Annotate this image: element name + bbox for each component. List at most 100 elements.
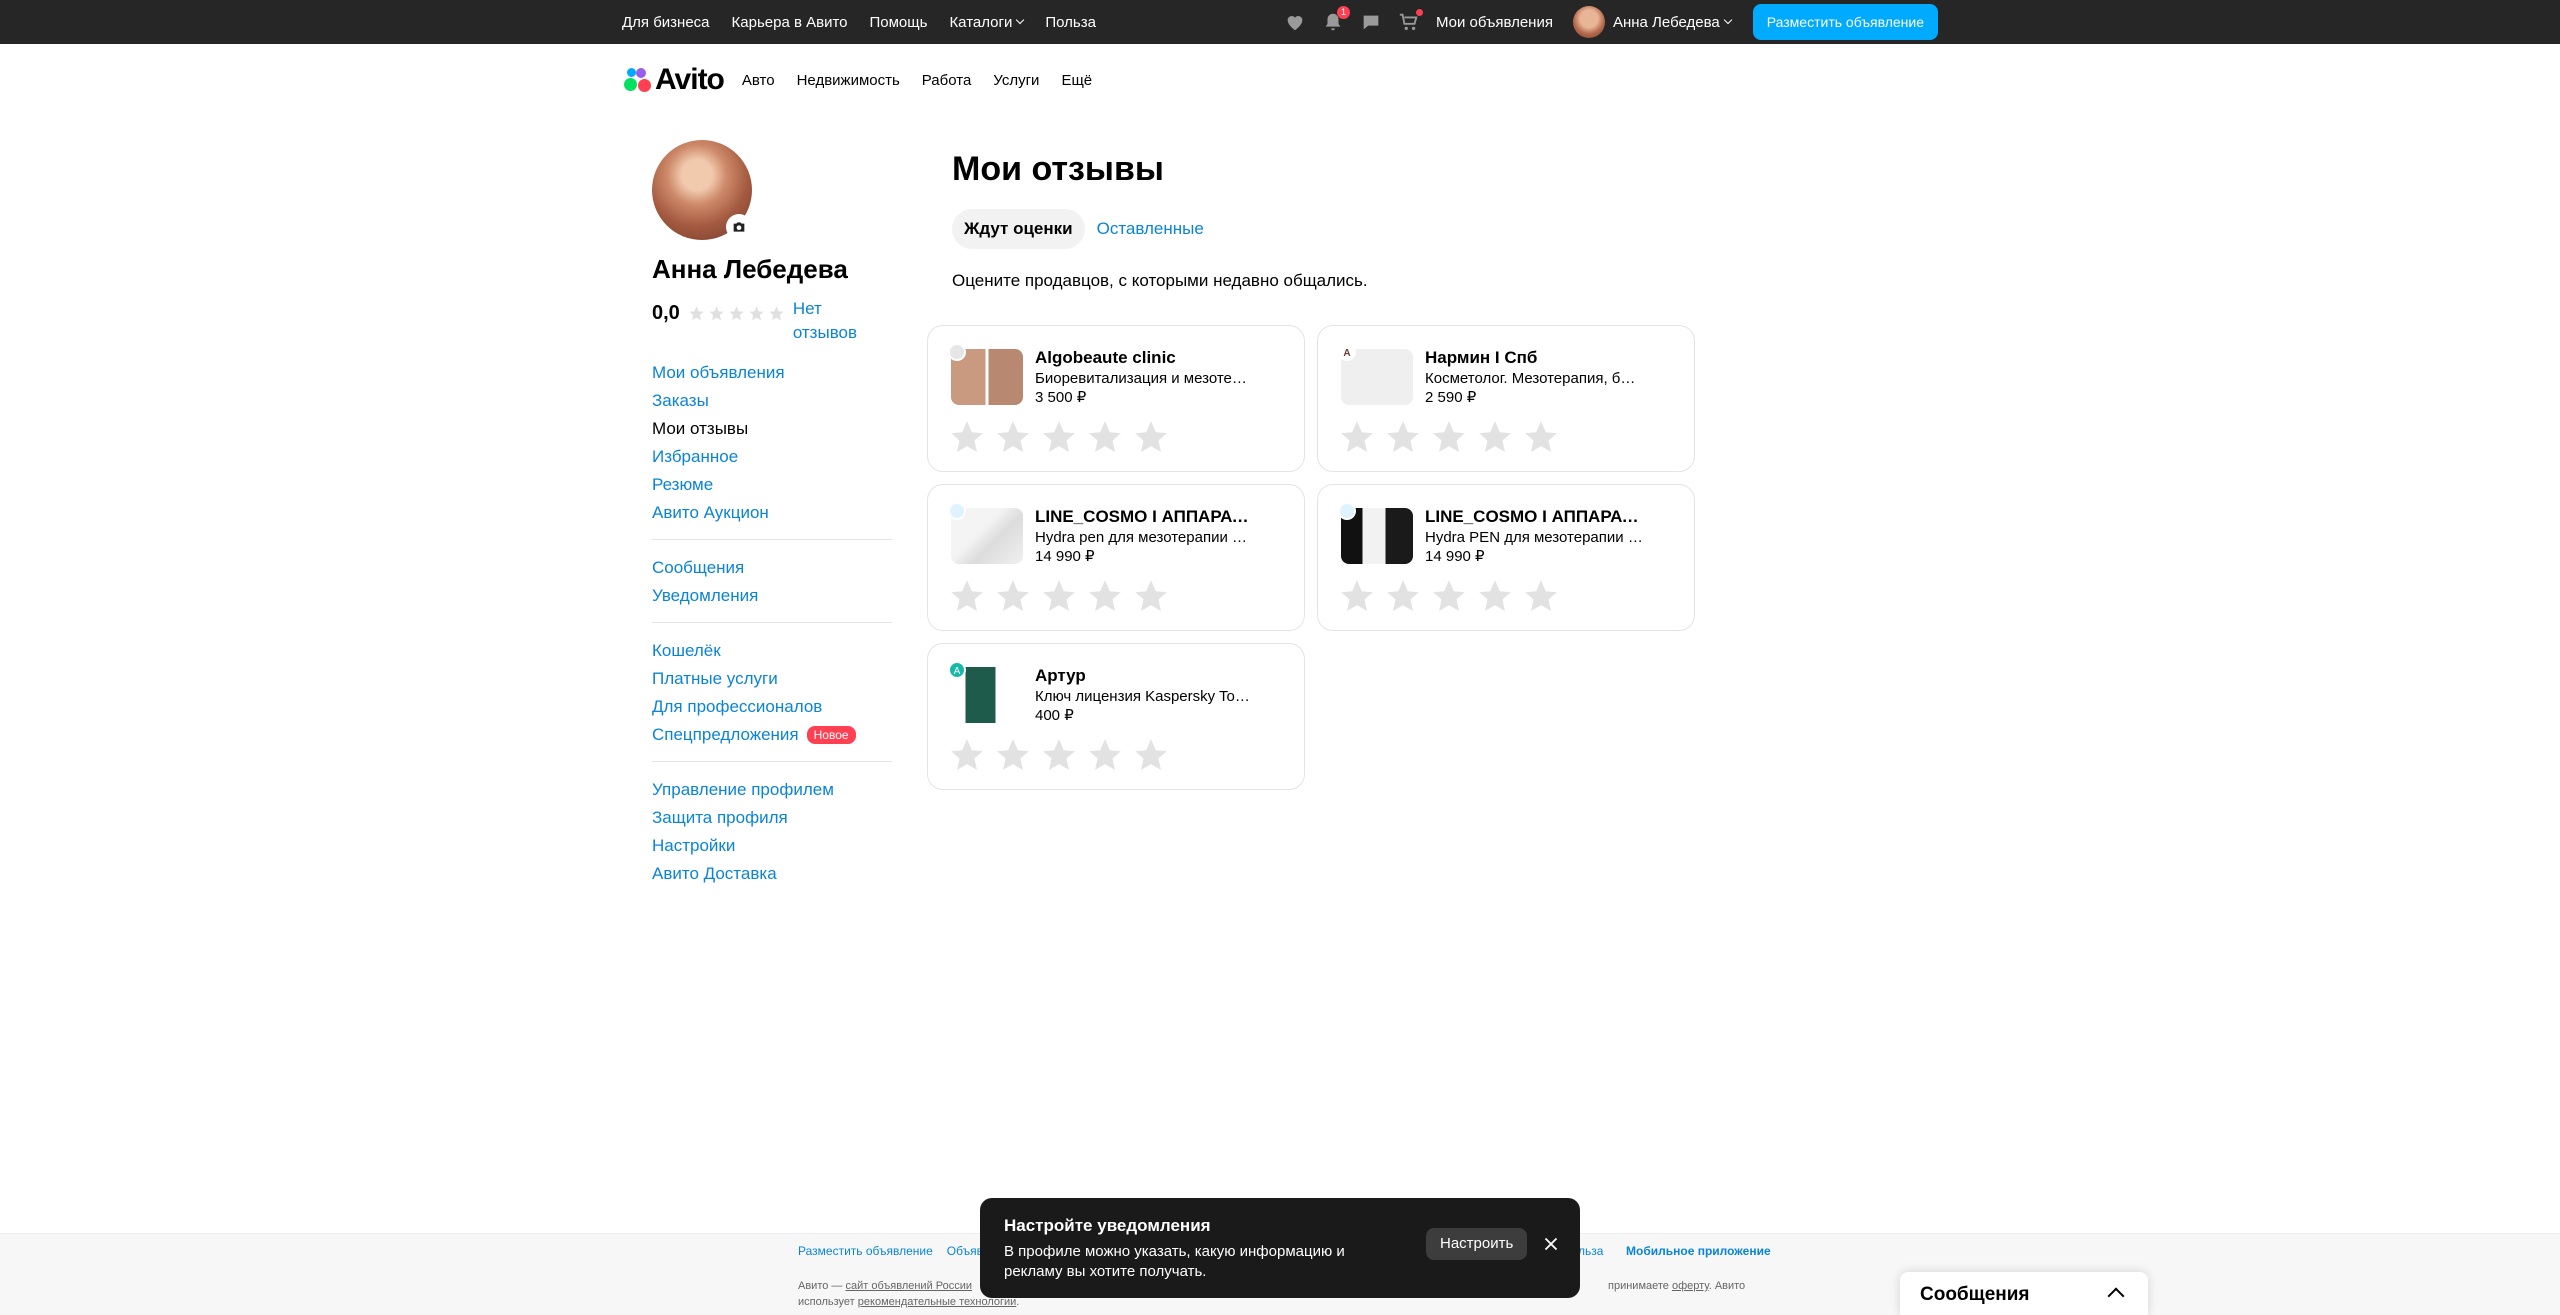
- tab-awaiting[interactable]: Ждут оценки: [952, 209, 1085, 249]
- star-icon[interactable]: [994, 418, 1032, 456]
- close-icon[interactable]: [1540, 1233, 1562, 1255]
- sidebar-item-auction[interactable]: Авито Аукцион: [652, 499, 892, 527]
- sidebar-item-messages[interactable]: Сообщения: [652, 554, 892, 582]
- profile-avatar[interactable]: [652, 140, 752, 240]
- star-icon[interactable]: [1132, 577, 1170, 615]
- footer-links: Разместить объявление Объяв льза Мобильн…: [798, 1244, 1771, 1258]
- star-icon[interactable]: [994, 736, 1032, 774]
- camera-icon[interactable]: [726, 214, 752, 240]
- cart-icon[interactable]: [1398, 9, 1423, 33]
- star-icon[interactable]: [948, 736, 986, 774]
- legal-link-offer[interactable]: оферту: [1672, 1280, 1709, 1292]
- user-menu[interactable]: Анна Лебедева: [1572, 6, 1732, 38]
- star-icon[interactable]: [1384, 418, 1422, 456]
- star-icon[interactable]: [1132, 418, 1170, 456]
- sidebar-item-my-ads[interactable]: Мои объявления: [652, 359, 892, 387]
- review-card[interactable]: LINE_COSMO I АППАРАТЫ ДЛЯ КОСМЕТОЛОГИИ H…: [927, 484, 1305, 631]
- bell-icon[interactable]: 1: [1322, 6, 1350, 33]
- link-career[interactable]: Карьера в Авито: [732, 14, 848, 31]
- main-nav: Avito Авто Недвижимость Работа Услуги Ещ…: [622, 60, 1092, 100]
- rating-stars: [688, 305, 785, 322]
- heart-icon[interactable]: [1284, 11, 1306, 33]
- category-services[interactable]: Услуги: [993, 72, 1039, 89]
- star-icon: [749, 306, 764, 321]
- sidebar-item-profile-management[interactable]: Управление профилем: [652, 776, 892, 804]
- sidebar-item-for-pros[interactable]: Для профессионалов: [652, 693, 892, 721]
- configure-button[interactable]: Настроить: [1426, 1228, 1528, 1260]
- star-icon[interactable]: [1476, 418, 1514, 456]
- footer-link-benefit[interactable]: льза: [1578, 1244, 1603, 1258]
- category-realty[interactable]: Недвижимость: [797, 72, 900, 89]
- messenger-widget[interactable]: Сообщения: [1900, 1272, 2148, 1315]
- sidebar-item-special-offers[interactable]: Спецпредложения Новое: [652, 721, 892, 749]
- star-icon[interactable]: [1476, 577, 1514, 615]
- star-icon[interactable]: [1338, 418, 1376, 456]
- sidebar-item-wallet[interactable]: Кошелёк: [652, 637, 892, 665]
- chevron-down-icon: [1723, 15, 1732, 25]
- sidebar-item-settings[interactable]: Настройки: [652, 832, 892, 860]
- sidebar-item-paid-services[interactable]: Платные услуги: [652, 665, 892, 693]
- link-business[interactable]: Для бизнеса: [622, 14, 710, 31]
- star-icon[interactable]: [1040, 577, 1078, 615]
- sidebar-group-messages: Сообщения Уведомления: [652, 554, 892, 623]
- sidebar-item-resume[interactable]: Резюме: [652, 471, 892, 499]
- star-icon[interactable]: [1132, 736, 1170, 774]
- link-benefit[interactable]: Польза: [1045, 14, 1096, 31]
- footer-link-mobile-app[interactable]: Мобильное приложение: [1626, 1244, 1771, 1258]
- seller-name[interactable]: LINE_COSMO I АППАРАТЫ ДЛЯ КОСМЕТОЛОГИИ: [1425, 507, 1643, 527]
- seller-avatar: [948, 343, 966, 361]
- star-icon[interactable]: [1384, 577, 1422, 615]
- review-card[interactable]: A Нармин I Спб Косметолог. Мезотерапия, …: [1317, 325, 1695, 472]
- review-card[interactable]: Algobeaute clinic Биоревитализация и мез…: [927, 325, 1305, 472]
- listing-price: 400 ₽: [1035, 707, 1074, 724]
- star-icon[interactable]: [1338, 577, 1376, 615]
- star-icon[interactable]: [1430, 577, 1468, 615]
- seller-name[interactable]: Артур: [1035, 666, 1285, 686]
- catalogs-label: Каталоги: [949, 13, 1013, 31]
- star-icon[interactable]: [948, 577, 986, 615]
- star-icon[interactable]: [1086, 577, 1124, 615]
- sidebar-item-profile-protection[interactable]: Защита профиля: [652, 804, 892, 832]
- chevron-down-icon: [1016, 15, 1025, 24]
- legal-link-site[interactable]: сайт объявлений России: [845, 1280, 972, 1292]
- seller-name[interactable]: Algobeaute clinic: [1035, 348, 1285, 368]
- category-auto[interactable]: Авто: [742, 72, 775, 89]
- logo-dots-icon: [622, 65, 652, 95]
- seller-name[interactable]: Нармин I Спб: [1425, 348, 1675, 368]
- star-icon[interactable]: [1040, 736, 1078, 774]
- legal-text: принимаете: [1608, 1280, 1672, 1292]
- listing-title: Hydra pen для мезотерапии И биоревитализ…: [1035, 529, 1253, 546]
- rating-value: 0,0: [652, 302, 680, 324]
- star-icon[interactable]: [948, 418, 986, 456]
- footer-link-post[interactable]: Разместить объявление: [798, 1244, 933, 1258]
- chat-icon[interactable]: [1360, 11, 1382, 33]
- category-jobs[interactable]: Работа: [922, 72, 972, 89]
- chevron-up-icon[interactable]: [2107, 1287, 2125, 1305]
- sidebar-item-orders[interactable]: Заказы: [652, 387, 892, 415]
- sidebar-item-favorites[interactable]: Избранное: [652, 443, 892, 471]
- star-icon[interactable]: [1086, 736, 1124, 774]
- tab-left[interactable]: Оставленные: [1085, 209, 1216, 249]
- star-icon[interactable]: [1522, 418, 1560, 456]
- listing-title: Ключ лицензия Kaspersky Total Security: [1035, 688, 1253, 705]
- star-icon[interactable]: [1430, 418, 1468, 456]
- no-reviews-link[interactable]: Нет отзывов: [793, 297, 863, 345]
- avito-logo[interactable]: Avito: [622, 63, 725, 97]
- sidebar-item-my-reviews[interactable]: Мои отзывы: [652, 415, 892, 443]
- footer-link-ads[interactable]: Объяв: [947, 1244, 983, 1258]
- star-icon: [689, 306, 704, 321]
- sidebar-item-notifications[interactable]: Уведомления: [652, 582, 892, 610]
- star-icon[interactable]: [1086, 418, 1124, 456]
- star-icon[interactable]: [1522, 577, 1560, 615]
- post-ad-button[interactable]: Разместить объявление: [1752, 4, 1938, 40]
- review-card[interactable]: А Артур Ключ лицензия Kaspersky Total Se…: [927, 643, 1305, 790]
- seller-name[interactable]: LINE_COSMO I АППАРАТЫ ДЛЯ КОСМЕТОЛОГИИ: [1035, 507, 1253, 527]
- star-icon[interactable]: [994, 577, 1032, 615]
- category-more[interactable]: Ещё: [1061, 72, 1092, 89]
- star-icon[interactable]: [1040, 418, 1078, 456]
- sidebar-item-delivery[interactable]: Авито Доставка: [652, 860, 892, 888]
- link-help[interactable]: Помощь: [870, 14, 928, 31]
- link-catalogs[interactable]: Каталоги: [949, 13, 1025, 31]
- review-card[interactable]: LINE_COSMO I АППАРАТЫ ДЛЯ КОСМЕТОЛОГИИ H…: [1317, 484, 1695, 631]
- my-ads-link[interactable]: Мои объявления: [1436, 14, 1553, 31]
